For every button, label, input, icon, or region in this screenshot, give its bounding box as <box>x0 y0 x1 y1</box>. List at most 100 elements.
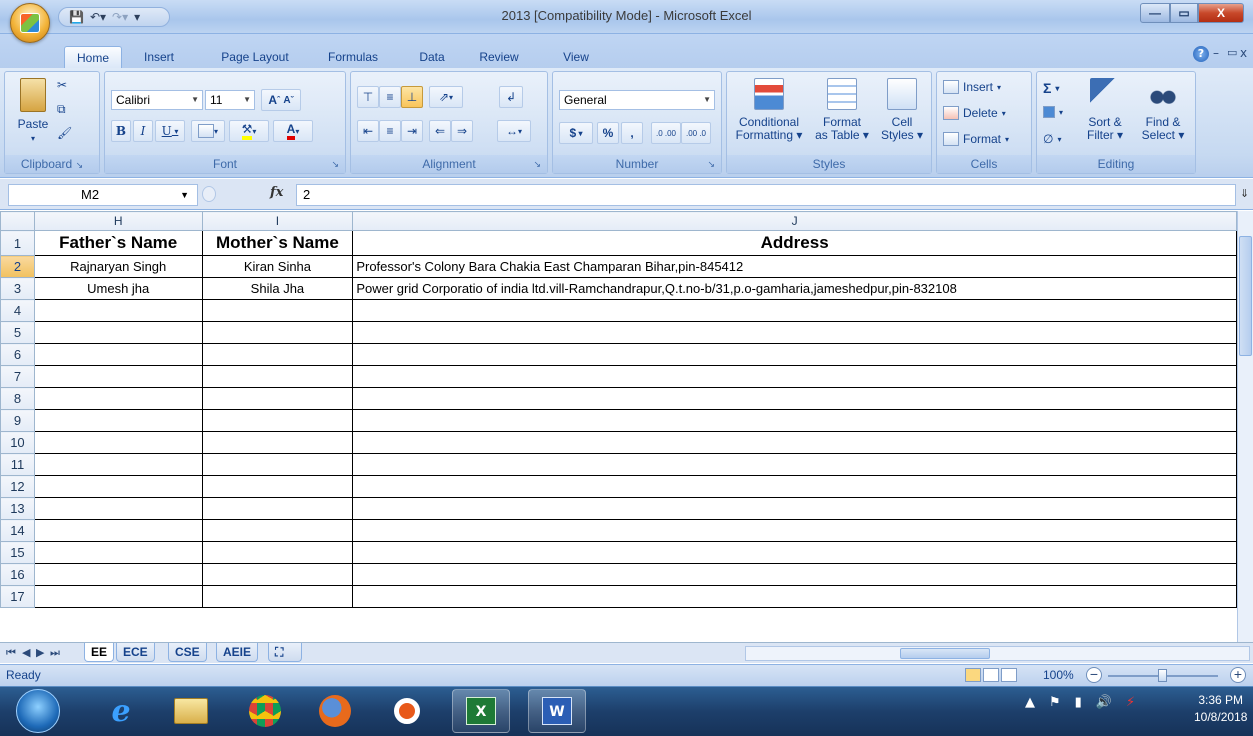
action-center-flag-icon[interactable]: ⚑ <box>1049 695 1061 710</box>
show-hidden-icons-icon[interactable]: ▲ <box>1025 695 1035 710</box>
cell-styles-button[interactable]: Cell Styles ▾ <box>875 78 929 142</box>
zoom-out-icon[interactable]: − <box>1086 667 1102 683</box>
cell[interactable] <box>33 299 203 322</box>
tab-page-layout[interactable]: Page Layout <box>214 46 296 68</box>
column-header-h[interactable]: H <box>33 211 203 231</box>
cell[interactable] <box>201 387 354 410</box>
conditional-formatting-button[interactable]: Conditional Formatting ▾ <box>729 78 809 142</box>
expand-formula-bar-icon[interactable]: ⇓ <box>1240 187 1249 200</box>
cell[interactable] <box>201 563 354 586</box>
volume-icon[interactable]: 🔊 <box>1096 695 1112 710</box>
cell[interactable] <box>352 453 1237 476</box>
prev-sheet-icon[interactable]: ◀ <box>22 646 30 659</box>
ribbon-minimize-icon[interactable]: – <box>1213 46 1219 60</box>
cell[interactable] <box>352 475 1237 498</box>
format-as-table-button[interactable]: Format as Table ▾ <box>811 78 873 142</box>
minimize-button[interactable]: — <box>1140 3 1170 23</box>
align-right-icon[interactable]: ⇥ <box>401 120 423 142</box>
header-cell-address[interactable]: Address <box>352 230 1237 256</box>
close-button[interactable]: X <box>1198 3 1244 23</box>
ribbon-close-icon[interactable]: x <box>1240 46 1247 60</box>
cell[interactable] <box>33 321 203 344</box>
align-middle-icon[interactable]: ≡ <box>379 86 401 108</box>
row-header[interactable]: 4 <box>0 299 35 322</box>
row-header[interactable]: 5 <box>0 321 35 344</box>
increase-indent-icon[interactable]: ⇒ <box>451 120 473 142</box>
column-header-j[interactable]: J <box>352 211 1237 231</box>
cell[interactable] <box>352 299 1237 322</box>
header-cell-father[interactable]: Father`s Name <box>33 230 203 256</box>
font-color-button[interactable]: A ▾ <box>273 120 313 142</box>
zoom-slider-thumb[interactable] <box>1158 669 1167 682</box>
format-painter-icon[interactable]: 🖌 <box>57 126 72 140</box>
cell[interactable] <box>201 299 354 322</box>
chrome-icon[interactable] <box>236 689 294 733</box>
network-signal-icon[interactable]: ▮ <box>1075 695 1082 710</box>
font-size-select[interactable]: 11 ▼ <box>205 90 255 110</box>
cell[interactable] <box>352 541 1237 564</box>
office-button[interactable] <box>10 3 50 43</box>
wrap-text-icon[interactable]: ↲ <box>499 86 523 108</box>
sheet-tab-aeie[interactable]: AEIE <box>216 643 259 662</box>
row-header[interactable]: 3 <box>0 277 35 300</box>
cell[interactable] <box>201 453 354 476</box>
insert-sheet-icon[interactable]: ⛶ <box>268 643 302 662</box>
sheet-tab-cse[interactable]: CSE <box>168 643 207 662</box>
fill-icon[interactable]: ▾ <box>1043 106 1063 118</box>
column-header-i[interactable]: I <box>201 211 354 231</box>
clear-icon[interactable]: ∅ ▾ <box>1043 132 1061 146</box>
underline-button[interactable]: U ▾ <box>155 120 185 142</box>
cell[interactable] <box>33 563 203 586</box>
row-header[interactable]: 17 <box>0 585 35 608</box>
cell[interactable] <box>201 585 354 608</box>
cell[interactable] <box>33 387 203 410</box>
font-name-select[interactable]: Calibri ▼ <box>111 90 203 110</box>
zoom-in-icon[interactable]: + <box>1230 667 1246 683</box>
align-top-icon[interactable]: ⊤ <box>357 86 379 108</box>
cell-father[interactable]: Rajnaryan Singh <box>33 255 203 278</box>
cell[interactable] <box>352 585 1237 608</box>
cell[interactable] <box>33 585 203 608</box>
sheet-tab-ece[interactable]: ECE <box>116 643 155 662</box>
cell[interactable] <box>33 431 203 454</box>
row-header[interactable]: 12 <box>0 475 35 498</box>
excel-icon[interactable]: X <box>452 689 510 733</box>
cell-mother[interactable]: Shila Jha <box>201 277 354 300</box>
tab-formulas[interactable]: Formulas <box>320 46 386 68</box>
number-format-select[interactable]: General ▼ <box>559 90 715 110</box>
tab-insert[interactable]: Insert <box>132 46 186 68</box>
system-clock[interactable]: 3:36 PM 10/8/2018 <box>1194 692 1247 726</box>
cell[interactable] <box>352 321 1237 344</box>
borders-button[interactable]: ▾ <box>191 120 225 142</box>
autosum-icon[interactable]: Σ ▾ <box>1043 80 1059 96</box>
row-header[interactable]: 14 <box>0 519 35 542</box>
horizontal-scrollbar[interactable] <box>745 646 1250 661</box>
ribbon-restore-icon[interactable]: ▭ <box>1227 46 1237 59</box>
row-header[interactable]: 13 <box>0 497 35 520</box>
first-sheet-icon[interactable]: ⏮ <box>6 646 16 660</box>
explorer-icon[interactable] <box>162 689 220 733</box>
cell[interactable] <box>201 365 354 388</box>
cell[interactable] <box>201 343 354 366</box>
row-header[interactable]: 6 <box>0 343 35 366</box>
insert-cells-button[interactable]: Insert ▾ <box>943 80 1001 94</box>
horizontal-scroll-thumb[interactable] <box>900 648 990 659</box>
row-header[interactable]: 8 <box>0 387 35 410</box>
delete-cells-button[interactable]: Delete ▾ <box>943 106 1006 120</box>
media-player-icon[interactable] <box>378 689 436 733</box>
maximize-button[interactable]: ▭ <box>1170 3 1198 23</box>
row-header[interactable]: 7 <box>0 365 35 388</box>
firefox-icon[interactable] <box>306 689 364 733</box>
cell[interactable] <box>33 365 203 388</box>
start-button[interactable] <box>16 689 60 733</box>
cell[interactable] <box>201 431 354 454</box>
cell-father[interactable]: Umesh jha <box>33 277 203 300</box>
cell[interactable] <box>352 563 1237 586</box>
ie-icon[interactable]: e <box>92 689 150 733</box>
format-cells-button[interactable]: Format ▾ <box>943 132 1009 146</box>
fill-color-button[interactable]: ⚒ ▾ <box>229 120 269 142</box>
cell[interactable] <box>352 387 1237 410</box>
worksheet-grid[interactable]: H I J 1 Father`s Name Mother`s Name Addr… <box>0 211 1237 642</box>
word-icon[interactable]: W <box>528 689 586 733</box>
cell[interactable] <box>201 541 354 564</box>
